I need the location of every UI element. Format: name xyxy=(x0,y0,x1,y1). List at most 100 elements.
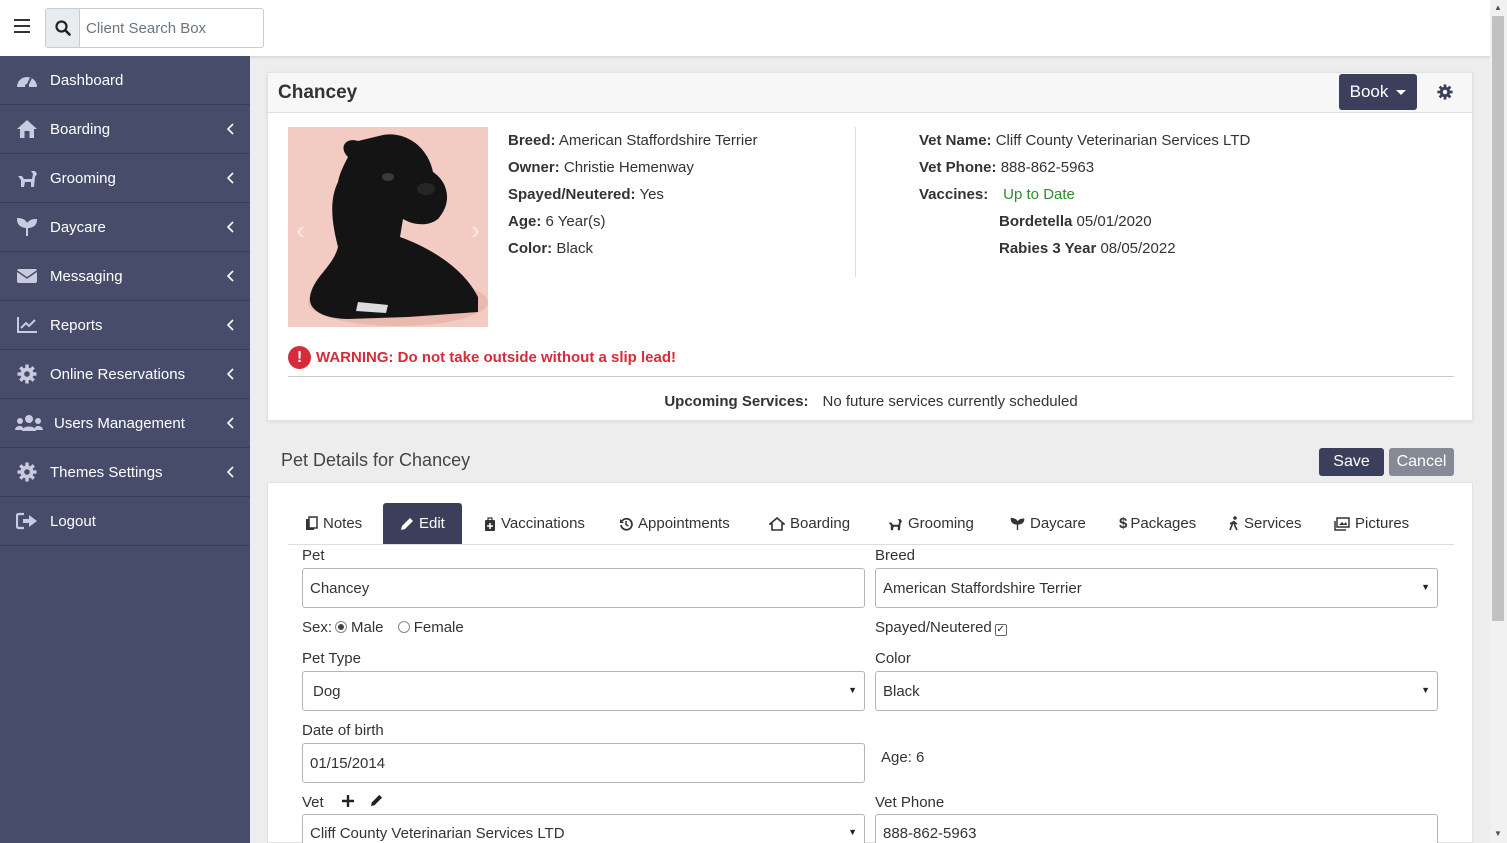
scroll-up-icon[interactable]: ▲ xyxy=(1494,3,1502,12)
tab-services[interactable]: Services xyxy=(1229,503,1302,544)
sex-male-radio[interactable] xyxy=(335,621,348,633)
add-vet-icon[interactable] xyxy=(341,794,354,811)
page-scrollbar[interactable]: ▲ ▼ xyxy=(1490,0,1507,843)
sidebar-item-dashboard[interactable]: Dashboard xyxy=(0,56,250,105)
sidebar-item-online-reservations[interactable]: Online Reservations xyxy=(0,350,250,399)
dollar-icon: $ xyxy=(1119,515,1128,532)
sidebar-item-label: Boarding xyxy=(50,120,111,138)
vaccine-item: Rabies 3 Year 08/05/2022 xyxy=(999,240,1176,257)
sidebar-item-label: Dashboard xyxy=(50,71,124,89)
seedling-icon xyxy=(14,216,40,238)
dog-icon xyxy=(887,517,903,531)
chevron-left-icon xyxy=(226,367,234,384)
images-icon xyxy=(1334,516,1350,531)
save-button[interactable]: Save xyxy=(1319,448,1384,476)
sidebar-item-label: Online Reservations xyxy=(50,365,186,383)
envelope-icon xyxy=(14,265,40,287)
dropdown-arrow-icon: ▼ xyxy=(1421,582,1430,592)
sidebar-item-label: Users Management xyxy=(54,414,185,432)
tab-notes[interactable]: Notes xyxy=(305,503,362,544)
age-value: 6 Year(s) xyxy=(545,213,606,230)
pencil-icon xyxy=(400,517,414,531)
chevron-left-icon xyxy=(226,269,234,286)
sidebar-item-users-management[interactable]: Users Management xyxy=(0,399,250,448)
cancel-button[interactable]: Cancel xyxy=(1389,448,1454,476)
warning-alert: ! WARNING: Do not take outside without a… xyxy=(288,346,676,369)
pet-photo-carousel: ‹ › xyxy=(288,127,488,327)
client-search-input[interactable] xyxy=(80,9,263,47)
scroll-down-icon[interactable]: ▼ xyxy=(1494,829,1502,838)
book-dropdown-button[interactable]: Book xyxy=(1339,74,1417,110)
exclamation-circle-icon: ! xyxy=(288,346,311,369)
sidebar-item-messaging[interactable]: Messaging xyxy=(0,252,250,301)
pet-type-select[interactable]: Dog ▼ xyxy=(302,671,865,711)
history-icon xyxy=(619,517,633,531)
tab-daycare[interactable]: Daycare xyxy=(1010,503,1086,544)
spayed-row: Spayed/Neutered: Yes xyxy=(508,186,664,203)
upcoming-label: Upcoming Services: xyxy=(664,393,809,410)
tab-grooming[interactable]: Grooming xyxy=(887,503,974,544)
sidebar-item-themes-settings[interactable]: Themes Settings xyxy=(0,448,250,497)
spayed-neutered-field: Spayed/Neutered ✓ xyxy=(875,619,1007,636)
menu-toggle-icon[interactable] xyxy=(14,19,30,33)
owner-value: Christie Hemenway xyxy=(563,159,694,176)
sex-female-radio[interactable] xyxy=(397,621,410,633)
sidebar-item-daycare[interactable]: Daycare xyxy=(0,203,250,252)
dropdown-arrow-icon: ▼ xyxy=(848,827,857,837)
tab-pictures[interactable]: Pictures xyxy=(1334,503,1409,544)
chevron-left-icon xyxy=(226,318,234,335)
top-bar xyxy=(0,0,1490,56)
pet-name-input[interactable]: Chancey xyxy=(302,568,865,608)
client-search xyxy=(45,8,264,48)
carousel-next-icon[interactable]: › xyxy=(471,215,480,246)
tab-vaccinations[interactable]: Vaccinations xyxy=(484,503,585,544)
breed-select[interactable]: American Staffordshire Terrier ▼ xyxy=(875,568,1438,608)
vet-phone-value: 888-862-5963 xyxy=(1000,159,1095,176)
carousel-prev-icon[interactable]: ‹ xyxy=(296,215,305,246)
sidebar-item-boarding[interactable]: Boarding xyxy=(0,105,250,154)
vaccines-row: Vaccines: Up to Date xyxy=(919,186,1075,203)
walking-icon xyxy=(1229,516,1239,531)
vet-select[interactable]: Cliff County Veterinarian Services LTD ▼ xyxy=(302,814,865,843)
tab-appointments[interactable]: Appointments xyxy=(619,503,730,544)
sidebar: Dashboard Boarding Grooming Daycare Mess… xyxy=(0,56,250,843)
notes-icon xyxy=(305,516,318,531)
spayed-value: Yes xyxy=(639,186,664,203)
search-icon[interactable] xyxy=(46,9,80,47)
caret-down-icon xyxy=(1396,89,1407,95)
sidebar-item-label: Logout xyxy=(50,512,96,530)
tab-packages[interactable]: $ Packages xyxy=(1119,503,1196,544)
spayed-neutered-checkbox[interactable]: ✓ xyxy=(994,624,1007,636)
gear-icon[interactable] xyxy=(1437,84,1453,104)
vaccine-item: Bordetella 05/01/2020 xyxy=(999,213,1152,230)
chart-line-icon xyxy=(14,314,40,336)
vet-name-row: Vet Name: Cliff County Veterinarian Serv… xyxy=(919,132,1251,149)
color-select[interactable]: Black ▼ xyxy=(875,671,1438,711)
medkit-icon xyxy=(484,516,496,531)
pet-label: Pet xyxy=(302,547,325,564)
pet-name-title: Chancey xyxy=(278,82,358,103)
tab-boarding[interactable]: Boarding xyxy=(769,503,850,544)
edit-vet-pencil-icon[interactable] xyxy=(370,794,383,811)
tab-edit[interactable]: Edit xyxy=(383,503,462,544)
card-header: Chancey Book xyxy=(268,73,1472,113)
sidebar-item-label: Reports xyxy=(50,316,103,334)
sidebar-item-label: Themes Settings xyxy=(50,463,163,481)
sidebar-item-logout[interactable]: Logout xyxy=(0,497,250,546)
details-tabs: Notes Edit Vaccinations Appointments Boa… xyxy=(288,503,1454,545)
sidebar-item-reports[interactable]: Reports xyxy=(0,301,250,350)
book-button-label: Book xyxy=(1349,82,1389,101)
scrollbar-thumb[interactable] xyxy=(1492,16,1504,621)
gear-icon xyxy=(14,363,40,385)
sidebar-item-grooming[interactable]: Grooming xyxy=(0,154,250,203)
home-icon xyxy=(14,118,40,140)
dob-input[interactable]: 01/15/2014 xyxy=(302,743,865,783)
color-label: Color xyxy=(875,650,911,667)
pet-details-panel: Notes Edit Vaccinations Appointments Boa… xyxy=(267,482,1473,843)
vet-label-row: Vet xyxy=(302,794,383,811)
vet-phone-input[interactable]: 888-862-5963 xyxy=(875,814,1438,843)
home-icon xyxy=(769,516,785,531)
vet-info: Vet Name: Cliff County Veterinarian Serv… xyxy=(919,127,1419,262)
warning-text: WARNING: Do not take outside without a s… xyxy=(316,349,677,366)
sex-radio-group: Sex: Male Female xyxy=(302,619,464,636)
